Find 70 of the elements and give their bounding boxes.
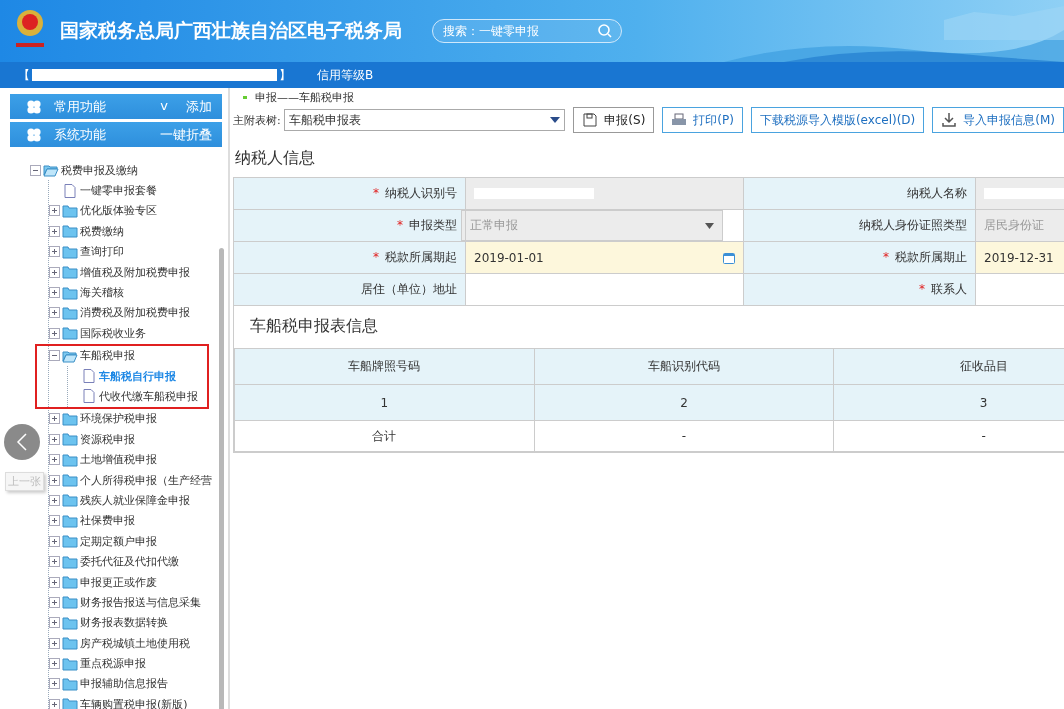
input-field[interactable]: 2019-12-31 (975, 241, 1064, 274)
tree-item[interactable]: 车辆购置税申报(新版) (80, 696, 188, 709)
tree-item[interactable]: 查询打印 (80, 244, 124, 260)
tree-item[interactable]: 社保费申报 (80, 513, 135, 529)
tree-item[interactable]: 土地增值税申报 (80, 452, 157, 468)
tree-item[interactable]: 增值税及附加税费申报 (80, 264, 190, 280)
field-label: 纳税人识别号 (385, 186, 457, 200)
tree-item[interactable]: 车船税自行申报 (99, 368, 176, 384)
bracket: 】 (279, 66, 291, 84)
tree-item[interactable]: 税费申报及缴纳 (61, 162, 138, 178)
required-mark: * (373, 250, 379, 264)
toolbar-button[interactable]: 打印(P) (662, 107, 743, 133)
tree-item[interactable]: 定期定额户申报 (80, 533, 157, 549)
search-field[interactable]: 搜索：一键零申报 (432, 19, 622, 43)
section-title: 纳税人信息 (235, 148, 316, 169)
tree-item[interactable]: 委托代征及代扣代缴 (80, 554, 179, 570)
tree-item[interactable]: 房产税城镇土地使用税 (80, 635, 190, 651)
section-title: 车船税申报表信息 (249, 315, 379, 337)
toolbar-button[interactable]: 申报(S) (573, 107, 655, 133)
required-mark: * (883, 250, 889, 264)
field-value: 居民身份证 (984, 217, 1044, 234)
credit-rating: 信用等级B (317, 66, 374, 84)
site-title: 国家税务总局广西壮族自治区电子税务局 (60, 18, 402, 43)
table-cell: 3 (833, 384, 1064, 421)
required-mark: * (919, 282, 925, 296)
tree-item[interactable]: 税费缴纳 (80, 223, 124, 239)
breadcrumb: 申报——车船税申报 (255, 89, 354, 105)
input-field[interactable]: 2019-01-01 (465, 241, 744, 274)
tree-item[interactable]: 申报更正或作废 (80, 574, 157, 590)
tree-item[interactable]: 车船税申报 (80, 348, 135, 364)
field-label: 纳税人身份证照类型 (859, 218, 967, 232)
tree-item[interactable]: 消费税及附加税费申报 (80, 305, 190, 321)
field-label: 主附表树: (233, 112, 281, 128)
tree-item[interactable]: 财务报告报送与信息采集 (80, 594, 201, 610)
table-cell: - (534, 420, 834, 452)
form-select[interactable]: 车船税申报表 (283, 109, 566, 131)
tree-item[interactable]: 代收代缴车船税申报 (99, 389, 198, 404)
tree-item[interactable]: 申报辅助信息报告 (80, 676, 168, 692)
table-cell: 合计 (234, 420, 535, 452)
column-header: 车船识别代码 (534, 348, 834, 385)
field-label: 申报类型 (409, 218, 457, 232)
tree-item[interactable]: 海关稽核 (80, 285, 124, 301)
table-cell: 2 (534, 384, 834, 421)
toolbar-button[interactable]: 下载税源导入模版(excel)(D) (750, 107, 925, 133)
field-label: 税款所属期止 (895, 250, 967, 264)
table-cell: 1 (234, 384, 535, 421)
tree-item[interactable]: 一键零申报套餐 (80, 183, 157, 199)
field-label: 纳税人名称 (907, 186, 967, 200)
toolbar-button[interactable]: 导入申报信息(M) (932, 107, 1064, 133)
date-value: 2019-12-31 (984, 250, 1054, 265)
date-value: 2019-01-01 (474, 250, 544, 265)
field-label: 联系人 (931, 282, 967, 296)
required-mark: * (397, 218, 403, 232)
field-value: 正常申报 (470, 217, 518, 234)
column-header: 车船牌照号码 (234, 348, 535, 385)
field-label: 税款所属期起 (385, 250, 457, 264)
tree-item[interactable]: 资源税申报 (80, 431, 135, 447)
field-label: 居住（单位）地址 (361, 282, 457, 296)
tree-item[interactable]: 优化版体验专区 (80, 203, 157, 219)
bracket: 【 (18, 66, 30, 84)
tree-item[interactable]: 国际税收业务 (80, 325, 146, 341)
panel-label: 系统功能 (54, 125, 106, 144)
tree-item[interactable]: 个人所得税申报（生产经营 (80, 472, 212, 488)
tree-item[interactable]: 重点税源申报 (80, 656, 146, 672)
required-mark: * (373, 186, 379, 200)
panel-label: 常用功能 (54, 97, 106, 116)
column-header: 征收品目 (833, 348, 1064, 385)
tree-item[interactable]: 残疾人就业保障金申报 (80, 492, 190, 508)
tree-item[interactable]: 环境保护税申报 (80, 411, 157, 427)
tree-item[interactable]: 财务报表数据转换 (80, 615, 168, 631)
